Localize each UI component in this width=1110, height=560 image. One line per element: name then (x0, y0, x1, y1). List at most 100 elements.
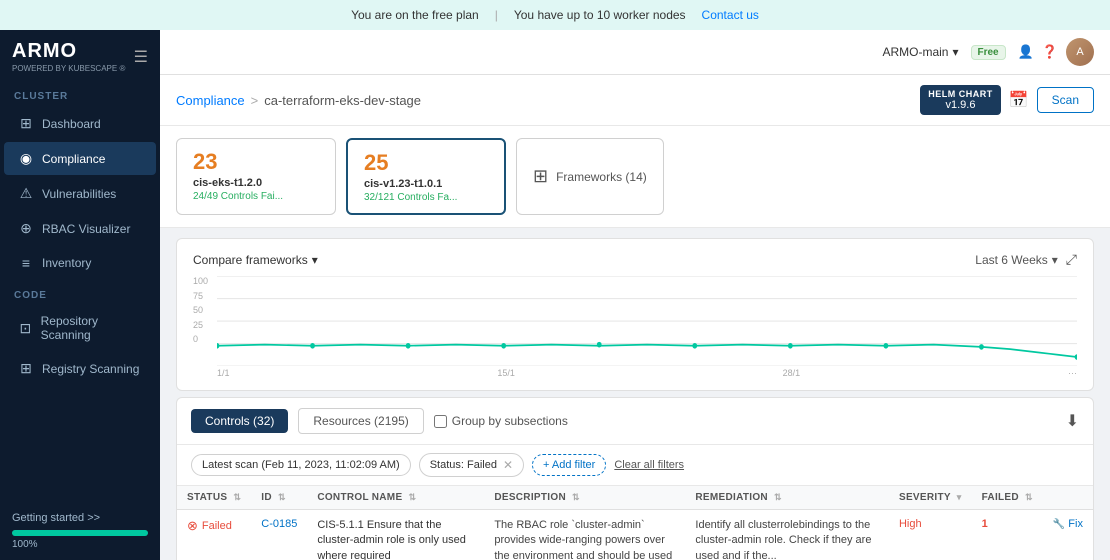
row-id: C-0185 (251, 510, 307, 560)
logo-text: ARMO (12, 40, 125, 63)
banner-divider: | (495, 8, 498, 22)
progress-bar-fill (12, 530, 148, 536)
user-icon[interactable]: 👤 (1018, 44, 1034, 60)
col-status[interactable]: STATUS ⇅ (177, 486, 251, 510)
breadcrumb-separator: > (251, 93, 259, 108)
status-failed-icon: ⊗ (187, 518, 198, 534)
fw-number-0: 23 (193, 149, 319, 175)
failed-count: 1 (982, 518, 988, 530)
sidebar-item-inventory[interactable]: ≡ Inventory (4, 247, 156, 279)
col-remediation[interactable]: REMEDIATION ⇅ (685, 486, 889, 510)
section-code-label: CODE (0, 280, 160, 305)
filter-chip-scan[interactable]: Latest scan (Feb 11, 2023, 11:02:09 AM) (191, 454, 411, 476)
fw-sub-0: 24/49 Controls Fai... (193, 191, 319, 202)
breadcrumb-parent[interactable]: Compliance (176, 93, 245, 108)
control-id[interactable]: C-0185 (261, 518, 297, 530)
frameworks-row: 23 cis-eks-t1.2.0 24/49 Controls Fai... … (160, 126, 1110, 228)
fw-name-1: cis-v1.23-t1.0.1 (364, 178, 488, 190)
fix-button[interactable]: 🔧 Fix (1053, 518, 1083, 530)
calendar-icon[interactable]: 📅 (1009, 90, 1029, 110)
add-filter-button[interactable]: + Add filter (532, 454, 606, 476)
breadcrumb: Compliance > ca-terraform-eks-dev-stage (176, 93, 421, 108)
tabs-row: Controls (32) Resources (2195) Group by … (177, 398, 1093, 445)
chart-section: Compare frameworks ▾ Last 6 Weeks ▾ ⤢ 10… (176, 238, 1094, 391)
rbac-icon: ⊕ (18, 220, 34, 237)
free-plan-text: You are on the free plan (351, 8, 479, 22)
chart-y-labels: 100 75 50 25 0 (193, 276, 208, 346)
expand-icon[interactable]: ⤢ (1066, 251, 1077, 268)
nodes-text: You have up to 10 worker nodes (514, 8, 686, 22)
row-control-name: CIS-5.1.1 Ensure that the cluster-admin … (307, 510, 484, 560)
time-range-label: Last 6 Weeks (975, 253, 1047, 267)
framework-card-0[interactable]: 23 cis-eks-t1.2.0 24/49 Controls Fai... (176, 138, 336, 215)
sidebar-item-vulnerabilities[interactable]: ⚠ Vulnerabilities (4, 177, 156, 210)
frameworks-all[interactable]: ⊞ Frameworks (14) (516, 138, 664, 215)
row-fix: 🔧 Fix (1043, 510, 1093, 560)
sidebar-item-compliance[interactable]: ◉ Compliance (4, 142, 156, 175)
compliance-icon: ◉ (18, 150, 34, 167)
hamburger-icon[interactable]: ☰ (134, 47, 148, 67)
helm-chart-badge: HELM CHART v1.9.6 (920, 85, 1001, 115)
col-id[interactable]: ID ⇅ (251, 486, 307, 510)
tab-resources[interactable]: Resources (2195) (298, 408, 423, 434)
sidebar-item-repository-label: Repository Scanning (41, 314, 142, 342)
clear-all-filters[interactable]: Clear all filters (614, 459, 684, 471)
filter-status-close-icon[interactable]: ✕ (503, 458, 513, 472)
logo-sub: POWERED BY KUBESCAPE ® (12, 64, 125, 73)
compare-frameworks-label: Compare frameworks (193, 253, 308, 267)
row-failed: 1 (972, 510, 1043, 560)
filter-scan-label: Latest scan (Feb 11, 2023, 11:02:09 AM) (202, 459, 400, 471)
cluster-selector[interactable]: ARMO-main ▾ (882, 45, 958, 59)
sidebar-item-repository[interactable]: ⊡ Repository Scanning (4, 306, 156, 350)
helm-chart-label: HELM CHART (928, 89, 993, 99)
dashboard-icon: ⊞ (18, 115, 34, 132)
repository-icon: ⊡ (18, 320, 33, 337)
col-severity[interactable]: SEVERITY ▾ (889, 486, 972, 510)
avatar[interactable]: A (1066, 38, 1094, 66)
filters-row: Latest scan (Feb 11, 2023, 11:02:09 AM) … (177, 445, 1093, 486)
sidebar-logo: ARMO POWERED BY KUBESCAPE ® ☰ (0, 30, 160, 81)
framework-card-1[interactable]: 25 cis-v1.23-t1.0.1 32/121 Controls Fa..… (346, 138, 506, 215)
row-severity: High (889, 510, 972, 560)
sidebar-item-rbac[interactable]: ⊕ RBAC Visualizer (4, 212, 156, 245)
time-selector[interactable]: Last 6 Weeks ▾ (975, 253, 1058, 267)
tab-controls[interactable]: Controls (32) (191, 409, 288, 433)
fix-label: Fix (1068, 518, 1083, 530)
group-by-checkbox[interactable] (434, 415, 447, 428)
sidebar-item-dashboard[interactable]: ⊞ Dashboard (4, 107, 156, 140)
severity-value: High (899, 518, 922, 530)
row-status: ⊗ Failed (177, 510, 251, 560)
contact-link[interactable]: Contact us (702, 8, 759, 22)
chart-header: Compare frameworks ▾ Last 6 Weeks ▾ ⤢ (193, 251, 1077, 268)
col-description[interactable]: DESCRIPTION ⇅ (484, 486, 685, 510)
tab-left: Controls (32) Resources (2195) Group by … (191, 408, 568, 434)
inventory-icon: ≡ (18, 255, 34, 271)
scan-button[interactable]: Scan (1037, 87, 1094, 113)
section-cluster-label: CLUSTER (0, 81, 160, 106)
fw-name-0: cis-eks-t1.2.0 (193, 177, 319, 189)
getting-started-label: Getting started >> (12, 512, 100, 524)
col-failed[interactable]: FAILED ⇅ (972, 486, 1043, 510)
wrench-icon: 🔧 (1053, 519, 1065, 530)
progress-bar-background (12, 530, 148, 536)
sidebar: ARMO POWERED BY KUBESCAPE ® ☰ CLUSTER ⊞ … (0, 30, 160, 560)
help-icon[interactable]: ❓ (1042, 44, 1058, 60)
compare-frameworks[interactable]: Compare frameworks ▾ (193, 253, 318, 267)
sidebar-item-registry[interactable]: ⊞ Registry Scanning (4, 352, 156, 385)
sidebar-item-registry-label: Registry Scanning (42, 362, 139, 376)
table-header: STATUS ⇅ ID ⇅ CONTROL NAME ⇅ DESCRIPTION… (177, 486, 1093, 510)
chart-svg (193, 276, 1077, 366)
download-icon[interactable]: ⬇ (1066, 411, 1079, 431)
sidebar-item-dashboard-label: Dashboard (42, 117, 101, 131)
compare-chevron-icon: ▾ (312, 253, 318, 267)
helm-chart-version: v1.9.6 (928, 99, 993, 111)
filter-chip-status[interactable]: Status: Failed ✕ (419, 453, 524, 477)
group-by-subsections[interactable]: Group by subsections (434, 414, 568, 428)
row-remediation: Identify all clusterrolebindings to the … (685, 510, 889, 560)
getting-started[interactable]: Getting started >> (12, 512, 148, 524)
sidebar-item-inventory-label: Inventory (42, 256, 91, 270)
status-label: Failed (202, 520, 232, 532)
time-chevron-icon: ▾ (1052, 253, 1058, 267)
col-control-name[interactable]: CONTROL NAME ⇅ (307, 486, 484, 510)
col-action (1043, 486, 1093, 510)
